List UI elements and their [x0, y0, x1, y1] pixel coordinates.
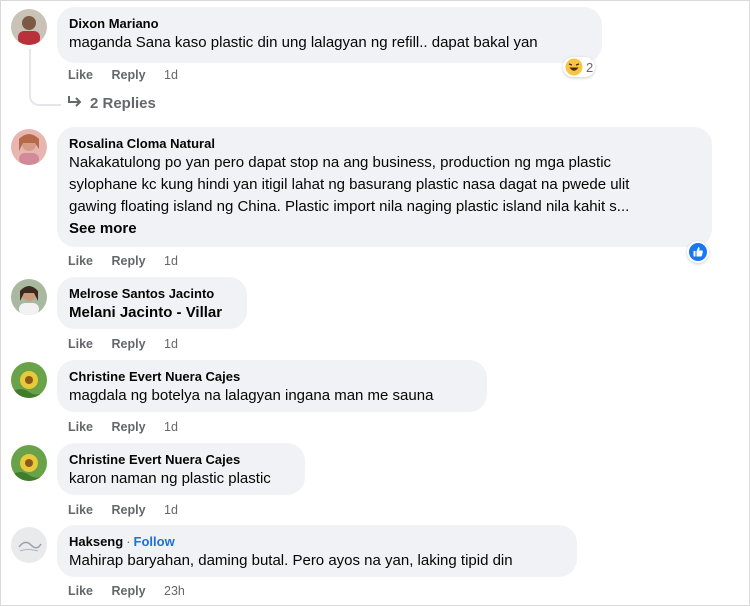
comment-bubble: Melrose Santos Jacinto Melani Jacinto - …: [57, 277, 247, 329]
like-button[interactable]: Like: [68, 254, 93, 268]
avatar[interactable]: [11, 445, 47, 481]
avatar[interactable]: [11, 279, 47, 315]
reply-button[interactable]: Reply: [112, 503, 146, 517]
comment-bubble: Dixon Mariano maganda Sana kaso plastic …: [57, 7, 602, 63]
comment-actions: Like Reply 23h: [68, 584, 200, 598]
like-button[interactable]: Like: [68, 503, 93, 517]
comment-timestamp[interactable]: 1d: [164, 68, 178, 82]
reply-button[interactable]: Reply: [112, 420, 146, 434]
comment-actions: Like Reply 1d: [68, 503, 193, 517]
reply-button[interactable]: Reply: [112, 254, 146, 268]
reply-button[interactable]: Reply: [112, 337, 146, 351]
like-button[interactable]: Like: [68, 68, 93, 82]
comment-timestamp[interactable]: 1d: [164, 503, 178, 517]
comment-author[interactable]: Christine Evert Nuera Cajes: [69, 451, 293, 468]
like-button[interactable]: Like: [68, 584, 93, 598]
avatar[interactable]: [11, 9, 47, 45]
avatar[interactable]: [11, 362, 47, 398]
see-more-link[interactable]: See more: [69, 218, 700, 240]
comment-timestamp[interactable]: 23h: [164, 584, 185, 598]
comments-panel: Dixon Mariano maganda Sana kaso plastic …: [0, 0, 750, 606]
comment-text-line: Nakakatulong po yan pero dapat stop na a…: [69, 154, 612, 171]
comment-bubble: Christine Evert Nuera Cajes magdala ng b…: [57, 360, 487, 412]
avatar[interactable]: [11, 527, 47, 563]
comment-timestamp[interactable]: 1d: [164, 254, 178, 268]
comment-bubble: Rosalina Cloma Natural Nakakatulong po y…: [57, 127, 712, 247]
reaction-count[interactable]: 2: [563, 57, 596, 77]
mentioned-user-link[interactable]: Melani Jacinto - Villar: [69, 302, 235, 324]
comment-author[interactable]: Dixon Mariano: [69, 15, 590, 32]
reply-button[interactable]: Reply: [112, 584, 146, 598]
reply-button[interactable]: Reply: [112, 68, 146, 82]
comment-actions: Like Reply 1d: [68, 68, 193, 82]
thread-connector: [29, 49, 61, 106]
comment-bubble: Hakseng · Follow Mahirap baryahan, daming …: [57, 525, 577, 577]
comment-timestamp[interactable]: 1d: [164, 420, 178, 434]
comment-text: Mahirap baryahan, daming butal. Pero ayo…: [69, 552, 513, 569]
comment-author[interactable]: Hakseng: [69, 534, 123, 549]
comment-author[interactable]: Christine Evert Nuera Cajes: [69, 368, 475, 385]
comment-actions: Like Reply 1d: [68, 337, 193, 351]
comment-bubble: Christine Evert Nuera Cajes karon naman …: [57, 443, 305, 495]
like-button[interactable]: Like: [68, 420, 93, 434]
comment-text-line: gawing floating island ng China. Plastic…: [69, 198, 630, 215]
comment-text-line: sylophane kc kung hindi yan itigil lahat…: [69, 176, 630, 193]
separator-dot: ·: [126, 534, 131, 549]
replies-label: 2 Replies: [90, 95, 156, 112]
comment-text: magdala ng botelya na lalagyan ingana ma…: [69, 387, 434, 404]
comment-actions: Like Reply 1d: [68, 254, 193, 268]
view-replies-button[interactable]: 2 Replies: [67, 95, 156, 112]
comment-author[interactable]: Rosalina Cloma Natural: [69, 135, 700, 152]
reaction-count-number: 2: [586, 59, 594, 75]
comment-text: maganda Sana kaso plastic din ung lalagy…: [69, 34, 538, 51]
haha-reaction-icon: [565, 58, 583, 76]
follow-button[interactable]: Follow: [134, 534, 175, 549]
reply-arrow-icon: [68, 96, 82, 107]
like-reaction-icon[interactable]: [687, 241, 709, 263]
comment-header: Hakseng · Follow: [69, 533, 565, 550]
comment-actions: Like Reply 1d: [68, 420, 193, 434]
comment-author[interactable]: Melrose Santos Jacinto: [69, 285, 235, 302]
comment-text: karon naman ng plastic plastic: [69, 470, 271, 487]
like-button[interactable]: Like: [68, 337, 93, 351]
comment-timestamp[interactable]: 1d: [164, 337, 178, 351]
avatar[interactable]: [11, 129, 47, 165]
